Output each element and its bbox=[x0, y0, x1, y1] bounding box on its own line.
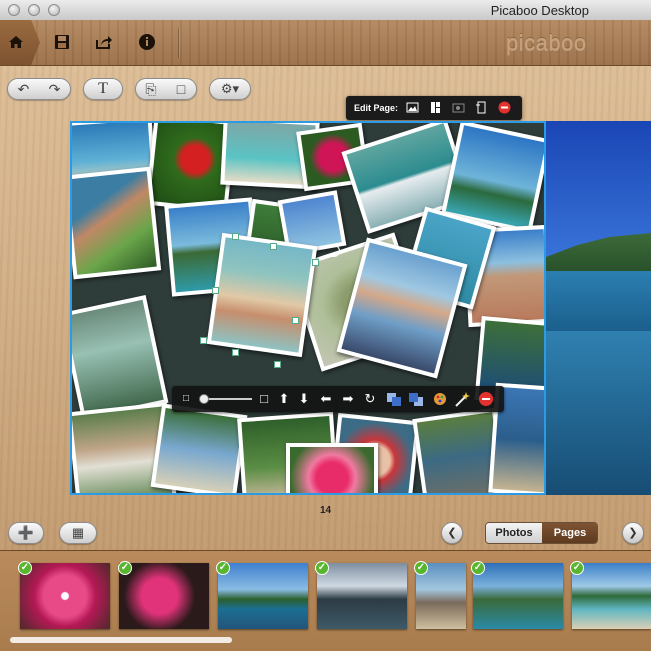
collage-photo[interactable] bbox=[72, 295, 169, 421]
resize-handle[interactable] bbox=[232, 349, 239, 356]
photo-edit-icon[interactable] bbox=[452, 101, 465, 114]
insert-page-icon[interactable]: ⎘ bbox=[136, 79, 166, 99]
home-icon[interactable] bbox=[6, 32, 26, 52]
check-icon: ✓ bbox=[216, 561, 230, 575]
edit-page-toolbar: Edit Page: bbox=[346, 96, 522, 120]
effects-icon[interactable] bbox=[432, 390, 448, 408]
chevron-right-icon: ❯ bbox=[628, 527, 638, 539]
settings-dropdown[interactable]: ⚙▾ bbox=[209, 78, 251, 100]
zoom-out-icon[interactable]: □ bbox=[178, 390, 194, 408]
resize-handle[interactable] bbox=[270, 243, 277, 250]
share-icon[interactable] bbox=[94, 32, 114, 52]
send-back-icon[interactable] bbox=[386, 390, 402, 408]
main-toolbar: picaboo bbox=[0, 20, 651, 66]
bring-front-icon[interactable] bbox=[408, 390, 424, 408]
delete-icon[interactable] bbox=[498, 101, 511, 114]
filmstrip-thumbnail[interactable] bbox=[317, 563, 407, 629]
filmstrip-thumbnail[interactable] bbox=[119, 563, 209, 629]
magic-wand-icon[interactable] bbox=[454, 390, 470, 408]
layout-fill-icon: ▦ bbox=[71, 525, 85, 540]
move-left-icon[interactable]: ⬅ bbox=[318, 390, 334, 408]
remove-icon[interactable] bbox=[478, 390, 494, 408]
pages-tab[interactable]: Pages bbox=[542, 523, 597, 543]
redo-icon[interactable]: ↷ bbox=[39, 79, 70, 99]
add-page-icon[interactable] bbox=[475, 101, 488, 114]
camera-plus-icon: ➕ bbox=[17, 525, 35, 540]
check-icon: ✓ bbox=[18, 561, 32, 575]
collage-photo[interactable] bbox=[286, 443, 378, 493]
filmstrip-thumbnail[interactable] bbox=[218, 563, 308, 629]
zoom-in-icon[interactable]: □ bbox=[256, 390, 272, 408]
page-number: 14 bbox=[319, 505, 332, 516]
filmstrip-thumbnail[interactable] bbox=[20, 563, 110, 629]
undo-icon[interactable]: ↶ bbox=[8, 79, 39, 99]
photo-tools-toolbar: □ □ ⬆ ⬇ ⬅ ➡ ↻ bbox=[172, 386, 504, 412]
autofill-button[interactable]: ▦ bbox=[59, 522, 97, 544]
move-up-icon[interactable]: ⬆ bbox=[276, 390, 292, 408]
next-page-button[interactable]: ❯ bbox=[622, 522, 644, 544]
layout-icon[interactable] bbox=[429, 101, 442, 114]
check-icon: ✓ bbox=[414, 561, 428, 575]
edit-page-label: Edit Page: bbox=[354, 103, 399, 113]
photos-tab[interactable]: Photos bbox=[486, 523, 542, 543]
resize-handle[interactable] bbox=[312, 259, 319, 266]
brand-logo: picaboo bbox=[506, 30, 587, 55]
add-photo-button[interactable]: ➕ bbox=[8, 522, 44, 544]
page-add-buttons[interactable]: ⎘ □ bbox=[135, 78, 197, 100]
gear-icon[interactable]: ⚙▾ bbox=[221, 81, 239, 96]
view-toggle: Photos Pages bbox=[485, 522, 598, 544]
resize-handle[interactable] bbox=[274, 361, 281, 368]
next-page-preview[interactable] bbox=[546, 121, 651, 495]
move-down-icon[interactable]: ⬇ bbox=[296, 390, 312, 408]
page-canvas[interactable] bbox=[70, 121, 546, 495]
filmstrip-thumbnail[interactable] bbox=[473, 563, 563, 629]
add-spread-icon[interactable]: □ bbox=[166, 79, 196, 99]
window-title: Picaboo Desktop bbox=[490, 3, 589, 18]
save-icon[interactable] bbox=[52, 32, 72, 52]
info-icon[interactable] bbox=[137, 32, 157, 52]
toolbar-separator bbox=[178, 28, 179, 58]
zoom-slider-knob[interactable] bbox=[199, 394, 209, 404]
undo-redo-buttons[interactable]: ↶ ↷ bbox=[7, 78, 71, 100]
previous-page-button[interactable]: ❮ bbox=[441, 522, 463, 544]
resize-handle[interactable] bbox=[232, 233, 239, 240]
selected-photo[interactable] bbox=[206, 232, 318, 358]
rotate-icon[interactable]: ↻ bbox=[362, 390, 378, 408]
resize-handle[interactable] bbox=[292, 317, 299, 324]
check-icon: ✓ bbox=[471, 561, 485, 575]
rotate-handle[interactable] bbox=[328, 245, 340, 257]
add-text-button[interactable]: T bbox=[83, 78, 123, 100]
check-icon: ✓ bbox=[570, 561, 584, 575]
title-bar: Picaboo Desktop bbox=[0, 0, 651, 21]
resize-handle[interactable] bbox=[212, 287, 219, 294]
move-right-icon[interactable]: ➡ bbox=[340, 390, 356, 408]
resize-handle[interactable] bbox=[200, 337, 207, 344]
collage-photo[interactable] bbox=[72, 166, 162, 280]
check-icon: ✓ bbox=[118, 561, 132, 575]
background-icon[interactable] bbox=[406, 101, 419, 114]
collage-photo[interactable] bbox=[150, 403, 248, 493]
filmstrip-scrollbar[interactable] bbox=[10, 637, 232, 643]
chevron-left-icon: ❮ bbox=[447, 527, 457, 539]
check-icon: ✓ bbox=[315, 561, 329, 575]
filmstrip-thumbnail[interactable] bbox=[572, 563, 651, 629]
